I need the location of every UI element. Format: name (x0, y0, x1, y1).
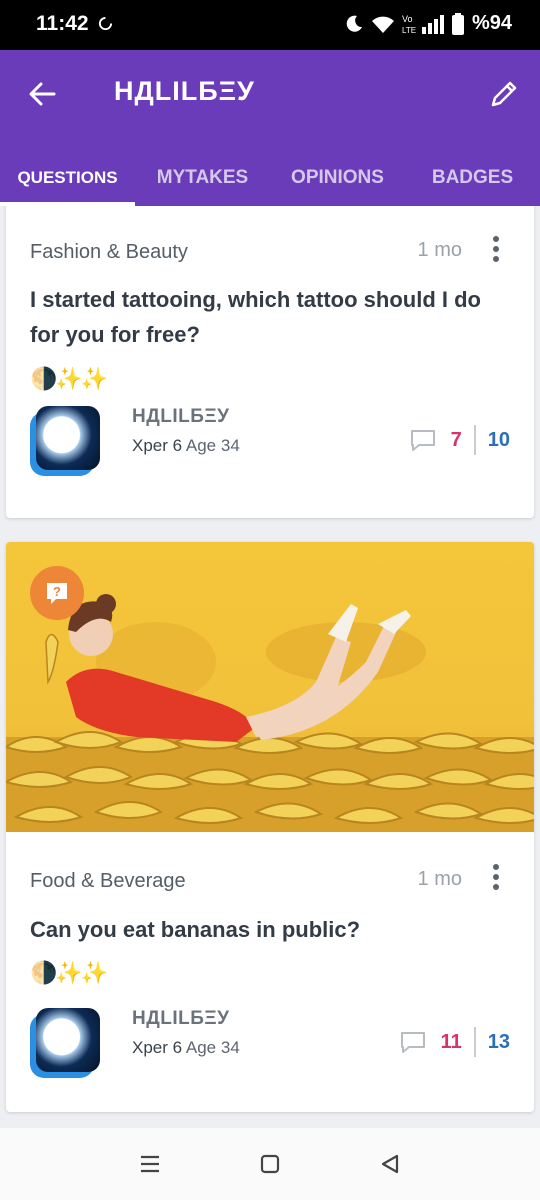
edit-button[interactable] (486, 76, 522, 112)
recent-apps-button[interactable] (130, 1144, 170, 1184)
moon-icon (346, 15, 362, 32)
tab-questions[interactable]: QUESTIONS (0, 150, 135, 206)
battery-icon (451, 12, 464, 35)
question-emoji: 🌗✨✨ (30, 366, 108, 391)
tab-bar: QUESTIONS MYTAKES OPINIONS BADGES (0, 150, 540, 206)
avatar[interactable] (30, 406, 100, 476)
arrow-left-icon (29, 82, 56, 106)
question-title[interactable]: Can you eat bananas in public? (30, 912, 510, 947)
app-bar: НДLILБΞУ QUESTIONS MYTAKES OPINIONS BADG… (0, 50, 540, 206)
post-category[interactable]: Fashion & Beauty (30, 241, 188, 264)
author-level: Xper 6 (132, 1038, 183, 1057)
stats-divider (473, 1027, 476, 1057)
author-row: НДLILБΞУ Xper 6 Age 34 11 13 (30, 1008, 510, 1088)
author-name[interactable]: НДLILБΞУ (132, 406, 229, 428)
stats-divider (473, 425, 476, 455)
status-time: 11:42 (36, 12, 89, 35)
chat-bubble-icon (400, 1032, 425, 1053)
author-row: НДLILБΞУ Xper 6 Age 34 7 10 (30, 406, 510, 486)
question-title[interactable]: I started tattooing, which tattoo should… (30, 282, 510, 352)
question-card[interactable]: Fashion & Beauty 1 mo I started tattooin… (6, 206, 534, 518)
avatar[interactable] (30, 1008, 100, 1078)
battery-level: %94 (471, 12, 512, 34)
sync-icon (98, 16, 113, 31)
tab-mytakes[interactable]: MYTAKES (135, 150, 270, 206)
votes-count: 13 (487, 1030, 510, 1053)
author-level: Xper 6 (132, 436, 183, 455)
svg-text:LTE: LTE (402, 26, 416, 35)
more-options-button[interactable] (486, 862, 506, 892)
more-options-button[interactable] (486, 234, 506, 264)
author-meta: Xper 6 Age 34 (132, 1038, 240, 1058)
profile-title: НДLILБΞУ (114, 76, 255, 106)
post-stats: 11 13 (399, 1026, 510, 1058)
author-age: Age 34 (185, 436, 240, 455)
post-stats: 7 10 (409, 424, 510, 456)
author-age: Age 34 (185, 1038, 240, 1057)
home-button[interactable] (250, 1144, 290, 1184)
wifi-icon (371, 16, 394, 33)
author-name[interactable]: НДLILБΞУ (132, 1008, 229, 1030)
questions-feed: Fashion & Beauty 1 mo I started tattooin… (0, 206, 540, 1128)
post-time: 1 mo (417, 239, 462, 261)
volte-icon: Vo LTE (402, 14, 416, 35)
tab-badges[interactable]: BADGES (405, 150, 540, 206)
author-meta: Xper 6 Age 34 (132, 436, 240, 456)
opinions-count: 11 (440, 1030, 462, 1053)
svg-text:Vo: Vo (402, 14, 413, 24)
question-type-badge: ? (30, 566, 84, 620)
status-icons: Vo LTE %94 (344, 12, 512, 35)
square-icon (260, 1154, 280, 1174)
back-nav-button[interactable] (370, 1144, 410, 1184)
opinions-count: 7 (450, 428, 462, 451)
menu-icon (141, 1155, 159, 1173)
triangle-back-icon (381, 1154, 399, 1174)
votes-count: 10 (487, 428, 510, 451)
signal-icon (421, 14, 444, 34)
question-card[interactable]: ? Food & Beverage 1 mo Can you eat banan… (6, 542, 534, 1112)
banana-photo (6, 594, 534, 832)
post-time: 1 mo (417, 868, 462, 890)
svg-text:?: ? (53, 584, 61, 599)
tab-opinions[interactable]: OPINIONS (270, 150, 405, 206)
question-emoji: 🌗✨✨ (30, 960, 108, 985)
system-nav-bar (0, 1128, 540, 1200)
post-category[interactable]: Food & Beverage (30, 870, 186, 893)
question-cover-image[interactable]: ? (6, 542, 534, 832)
question-bubble-icon: ? (47, 583, 67, 604)
chat-bubble-icon (410, 430, 435, 451)
status-bar: 11:42 Vo LTE %94 (0, 0, 540, 50)
back-button[interactable] (24, 76, 60, 112)
pencil-icon (491, 81, 517, 107)
